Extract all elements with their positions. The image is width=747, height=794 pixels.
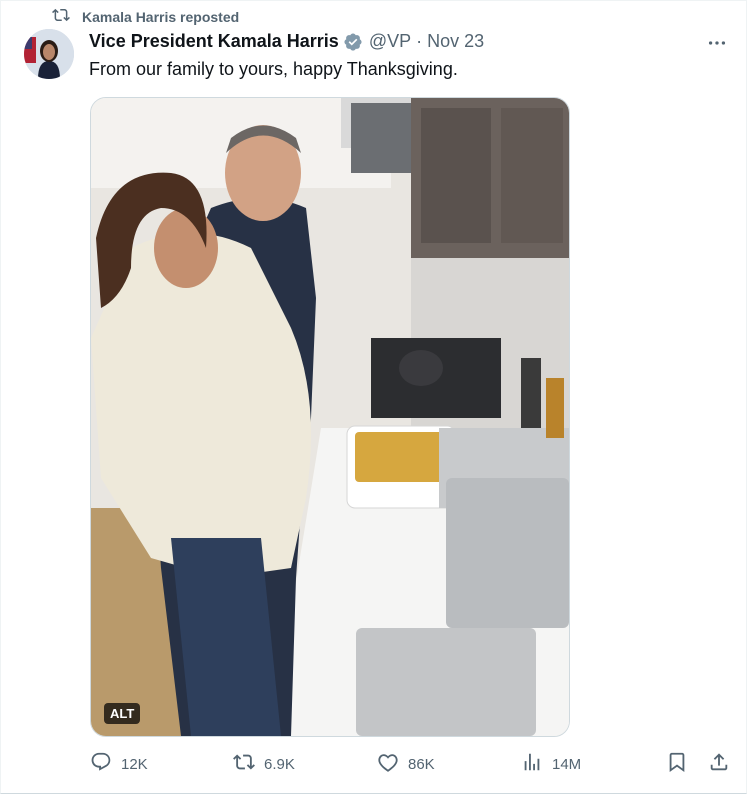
- views-icon: [521, 751, 543, 777]
- views-button[interactable]: 14M: [521, 751, 581, 777]
- tweet-date[interactable]: Nov 23: [427, 31, 484, 52]
- user-handle[interactable]: @VP: [369, 31, 411, 52]
- reply-icon: [90, 751, 112, 777]
- reply-count: 12K: [121, 755, 148, 773]
- like-count: 86K: [408, 755, 435, 773]
- bookmark-icon[interactable]: [666, 751, 688, 773]
- repost-icon: [52, 6, 70, 27]
- repost-button[interactable]: 6.9K: [233, 751, 295, 777]
- display-name[interactable]: Vice President Kamala Harris: [89, 31, 339, 52]
- share-icon[interactable]: [708, 751, 730, 773]
- separator-dot: ·: [416, 31, 423, 51]
- alt-badge[interactable]: ALT: [104, 703, 141, 724]
- repost-icon: [233, 751, 255, 777]
- like-button[interactable]: 86K: [377, 751, 435, 777]
- avatar[interactable]: [24, 29, 74, 79]
- repost-count: 6.9K: [264, 755, 295, 773]
- more-options-icon[interactable]: [705, 33, 729, 53]
- verified-badge-icon: [343, 32, 363, 52]
- reply-button[interactable]: 12K: [90, 751, 148, 777]
- repost-label: Kamala Harris reposted: [82, 8, 240, 25]
- heart-icon: [377, 751, 399, 777]
- tweet-header: Vice President Kamala Harris @VP · Nov 2…: [89, 31, 484, 52]
- tweet-photo[interactable]: ALT: [90, 97, 570, 737]
- repost-context[interactable]: Kamala Harris reposted: [52, 6, 239, 27]
- action-bar: 12K 6.9K 86K 14M: [88, 751, 738, 779]
- views-count: 14M: [552, 755, 582, 773]
- tweet-text: From our family to yours, happy Thanksgi…: [89, 59, 458, 79]
